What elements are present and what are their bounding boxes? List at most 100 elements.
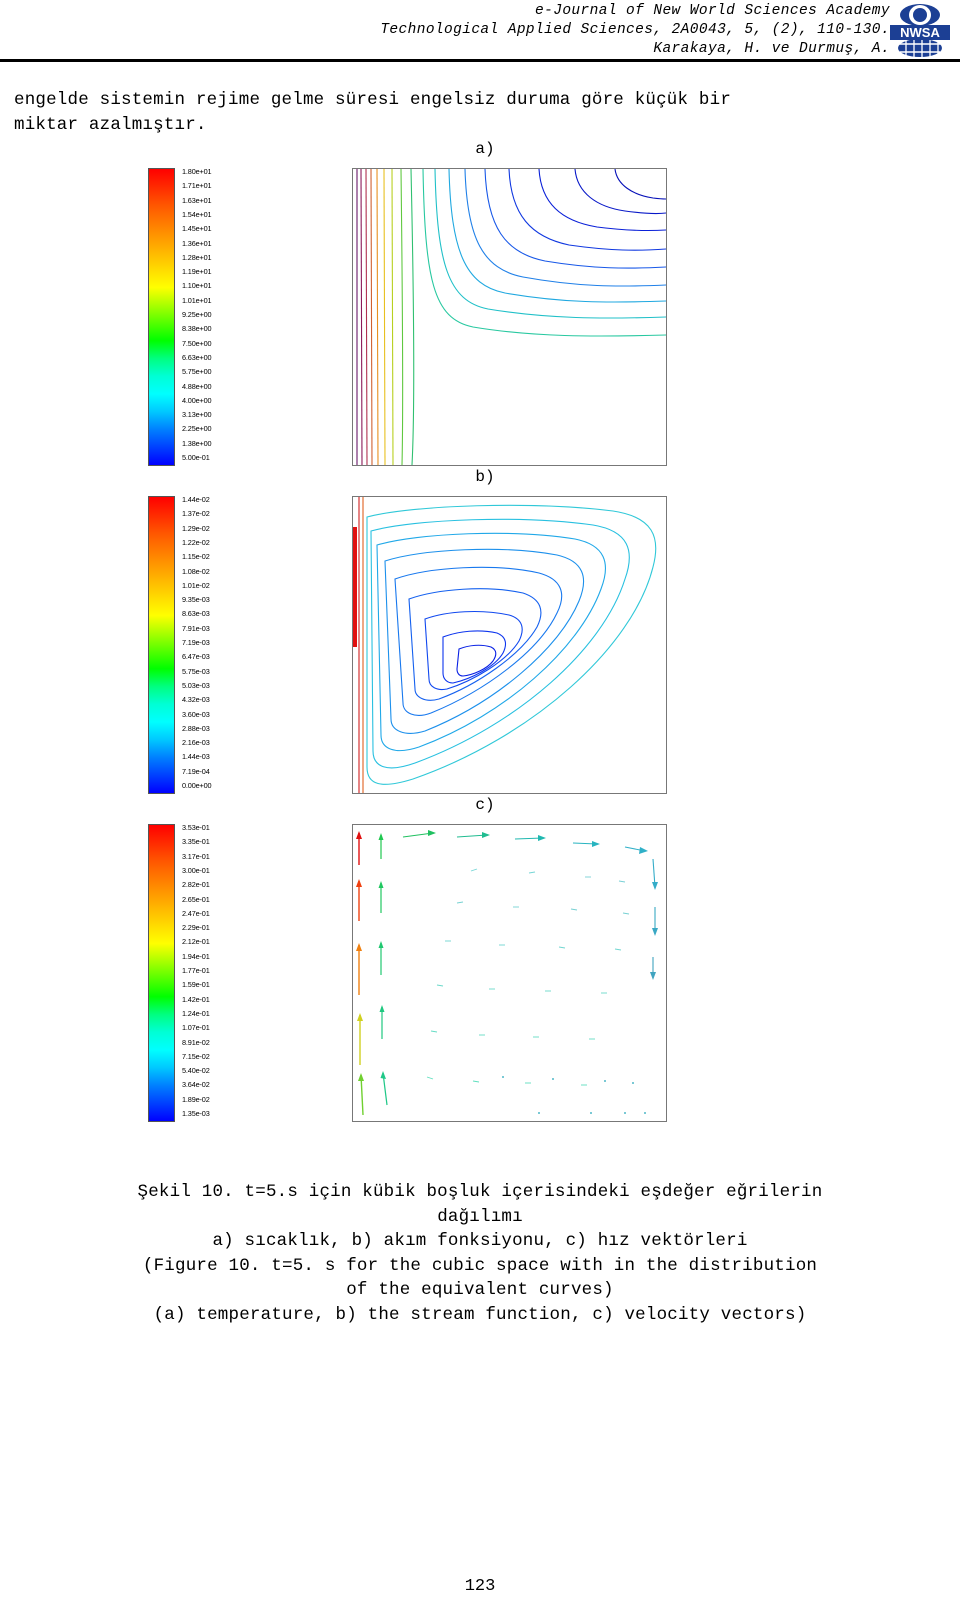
body-paragraph-line-2: miktar azalmıştır. <box>14 115 207 135</box>
panel-a-plot <box>352 168 667 466</box>
colorbar-tick-label: 1.36e+01 <box>182 238 212 248</box>
colorbar-tick-label: 1.24e-01 <box>182 1008 210 1018</box>
colorbar-tick-label: 1.01e+01 <box>182 295 212 305</box>
panel-a-colorbar-ticks: 1.80e+01 1.71e+01 1.63e+01 1.54e+01 1.45e+01… <box>182 168 262 466</box>
journal-title-line: e-Journal of New World Sciences Academy <box>535 3 890 19</box>
caption-line-1: Şekil 10. t=5.s için kübik boşluk içeris… <box>137 1182 823 1202</box>
caption-line-6: (a) temperature, b) the stream function,… <box>153 1304 807 1325</box>
colorbar-tick-label: 1.10e+01 <box>182 281 212 291</box>
colorbar-tick-label: 1.15e-02 <box>182 552 210 562</box>
colorbar-tick-label: 4.32e-03 <box>182 695 210 705</box>
colorbar-tick-label: 3.00e-01 <box>182 865 210 875</box>
colorbar-tick-label: 2.65e-01 <box>182 894 210 904</box>
colorbar-tick-label: 7.50e+00 <box>182 338 212 348</box>
panel-b-colorbar-ticks: 1.44e-02 1.37e-02 1.29e-02 1.22e-02 1.15e-02… <box>182 496 262 794</box>
colorbar-tick-label: 2.12e-01 <box>182 937 210 947</box>
colorbar-tick-label: 2.25e+00 <box>182 424 212 434</box>
colorbar-tick-label: 1.77e-01 <box>182 966 210 975</box>
panel-b-colorbar: 1.44e-02 1.37e-02 1.29e-02 1.22e-02 1.15e-02… <box>148 496 268 796</box>
colorbar-tick-label: 1.80e+01 <box>182 167 212 176</box>
colorbar-tick-label: 6.63e+00 <box>182 352 212 362</box>
colorbar-tick-label: 1.89e-02 <box>182 1094 210 1104</box>
svg-text:NWSA: NWSA <box>900 25 940 40</box>
page-header: e-Journal of New World Sciences Academy … <box>0 0 960 62</box>
colorbar-tick-label: 1.71e+01 <box>182 181 212 191</box>
panel-c-vector-svg <box>356 830 658 1116</box>
colorbar-tick-label: 9.25e+00 <box>182 310 212 319</box>
colorbar-tick-label: 1.42e-01 <box>182 994 210 1004</box>
panel-a-colorbar: 1.80e+01 1.71e+01 1.63e+01 1.54e+01 1.45e+01… <box>148 168 268 468</box>
colorbar-tick-label: 1.38e+00 <box>182 438 212 448</box>
colorbar-tick-label: 3.17e-01 <box>182 851 210 861</box>
caption-line-2: dağılımı <box>437 1206 523 1227</box>
colorbar-tick-label: 2.82e-01 <box>182 880 210 890</box>
colorbar-tick-label: 1.28e+01 <box>182 252 212 262</box>
panel-c-plot <box>352 824 667 1122</box>
figure-caption: Şekil 10. t=5.s için kübik boşluk içeris… <box>12 1180 948 1327</box>
panel-b-contour-svg <box>353 497 657 793</box>
panel-c-colorbar: 3.53e-01 3.35e-01 3.17e-01 3.00e-01 2.82e-01… <box>148 824 268 1124</box>
colorbar-tick-label: 2.29e-01 <box>182 923 210 933</box>
colorbar-tick-label: 4.88e+00 <box>182 381 212 391</box>
colorbar-tick-label: 5.03e-03 <box>182 680 210 690</box>
caption-line-4: (Figure 10. t=5. s for the cubic space w… <box>142 1255 818 1276</box>
colorbar-tick-label: 1.29e-02 <box>182 523 210 533</box>
colorbar-tick-label: 1.45e+01 <box>182 224 212 234</box>
colorbar-tick-label: 5.40e-02 <box>182 1066 210 1076</box>
colorbar-tick-label: 3.35e-01 <box>182 837 210 847</box>
colorbar-tick-label: 1.54e+01 <box>182 209 212 219</box>
colorbar-tick-label: 1.59e-01 <box>182 980 210 990</box>
colorbar-tick-label: 3.53e-01 <box>182 823 210 832</box>
panel-a-colorbar-gradient <box>148 168 175 466</box>
colorbar-tick-label: 1.44e-02 <box>182 495 210 504</box>
page-number: 123 <box>464 1577 496 1596</box>
colorbar-tick-label: 8.63e-03 <box>182 609 210 619</box>
colorbar-tick-label: 2.47e-01 <box>182 908 210 918</box>
panel-c-colorbar-ticks: 3.53e-01 3.35e-01 3.17e-01 3.00e-01 2.82e-01… <box>182 824 262 1122</box>
panel-a-label: a) <box>475 140 495 158</box>
figure-panel-b: b) 1.44e-02 1.37e-02 1.29e-02 1.22e-02 1.15e… <box>0 468 960 796</box>
panel-c-label: c) <box>475 796 495 814</box>
colorbar-tick-label: 7.19e-04 <box>182 766 210 776</box>
colorbar-tick-label: 3.60e-03 <box>182 709 210 719</box>
colorbar-tick-label: 8.91e-02 <box>182 1037 210 1047</box>
colorbar-tick-label: 0.00e+00 <box>182 781 212 790</box>
panel-b-label: b) <box>475 468 495 486</box>
colorbar-tick-label: 3.64e-02 <box>182 1080 210 1090</box>
colorbar-tick-label: 7.91e-03 <box>182 623 210 633</box>
colorbar-tick-label: 4.00e+00 <box>182 395 212 405</box>
panel-c-colorbar-gradient <box>148 824 175 1122</box>
colorbar-tick-label: 7.15e-02 <box>182 1051 210 1061</box>
caption-line-3: a) sıcaklık, b) akım fonksiyonu, c) hız … <box>212 1231 748 1251</box>
panel-b-plot <box>352 496 667 794</box>
caption-line-5: of the equivalent curves) <box>346 1280 614 1300</box>
figure-panel-a: a) 1.80e+01 1.71e+01 1.63e+01 1.54e+01 1.45e… <box>0 140 960 468</box>
colorbar-tick-label: 8.38e+00 <box>182 324 212 334</box>
colorbar-tick-label: 1.44e-03 <box>182 752 210 762</box>
panel-b-colorbar-gradient <box>148 496 175 794</box>
panel-a-contour-svg <box>356 169 666 465</box>
colorbar-tick-label: 3.13e+00 <box>182 410 212 420</box>
colorbar-tick-label: 6.47e-03 <box>182 652 210 662</box>
colorbar-tick-label: 5.75e+00 <box>182 367 212 377</box>
colorbar-tick-label: 1.35e-03 <box>182 1109 210 1118</box>
colorbar-tick-label: 1.08e-02 <box>182 566 210 576</box>
colorbar-tick-label: 1.63e+01 <box>182 195 212 205</box>
colorbar-tick-label: 1.19e+01 <box>182 267 212 277</box>
nwsa-logo-icon: NWSA <box>890 4 950 57</box>
journal-authors-line: Karakaya, H. ve Durmuş, A. <box>653 41 890 57</box>
colorbar-tick-label: 1.22e-02 <box>182 537 210 547</box>
colorbar-tick-label: 5.75e-03 <box>182 666 210 676</box>
colorbar-tick-label: 5.00e-01 <box>182 453 210 462</box>
colorbar-tick-label: 7.19e-03 <box>182 638 210 647</box>
colorbar-tick-label: 1.37e-02 <box>182 509 210 519</box>
colorbar-tick-label: 9.35e-03 <box>182 595 210 605</box>
colorbar-tick-label: 2.88e-03 <box>182 723 210 733</box>
journal-citation-line: Technological Applied Sciences, 2A0043, … <box>380 22 890 38</box>
journal-header-text: e-Journal of New World Sciences Academy … <box>0 2 890 59</box>
figure-10: a) 1.80e+01 1.71e+01 1.63e+01 1.54e+01 1.45e… <box>0 140 960 1124</box>
colorbar-tick-label: 1.01e-02 <box>182 580 210 590</box>
body-paragraph-line-1: engelde sistemin rejime gelme süresi eng… <box>14 90 732 110</box>
body-paragraph: engelde sistemin rejime gelme süresi eng… <box>14 88 946 138</box>
colorbar-tick-label: 1.94e-01 <box>182 951 210 961</box>
